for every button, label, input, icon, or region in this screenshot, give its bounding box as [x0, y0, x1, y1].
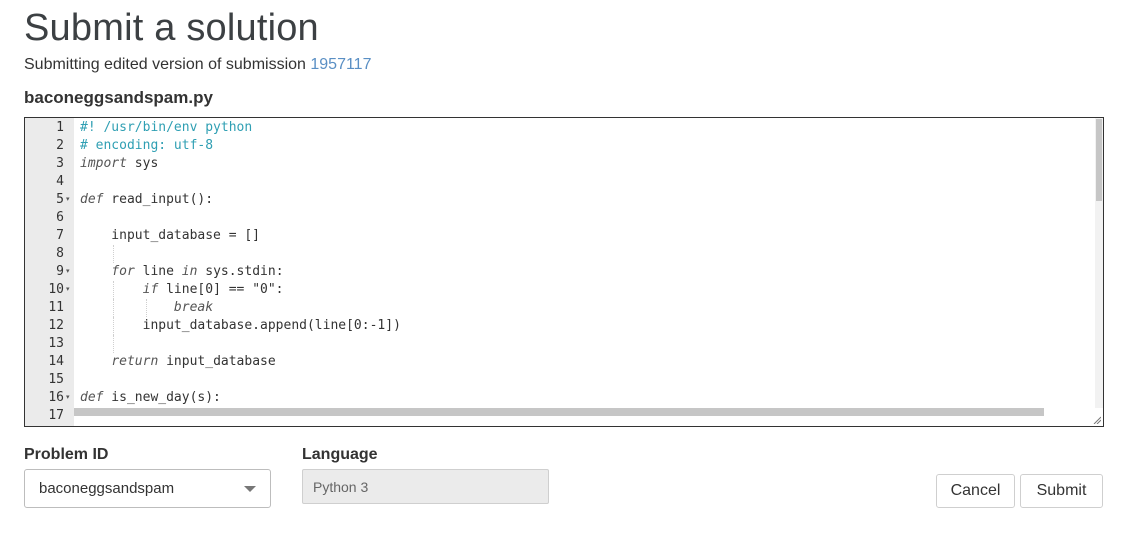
line-number: 3	[56, 156, 64, 171]
subtitle-text: Submitting edited version of submission	[24, 56, 306, 73]
line-number: 15	[48, 372, 64, 387]
cancel-button[interactable]: Cancel	[936, 474, 1015, 508]
language-field[interactable]: Python 3	[302, 469, 549, 504]
fold-toggle-icon[interactable]: ▾	[66, 191, 70, 209]
line-number: 5	[56, 192, 64, 207]
problem-id-select[interactable]: baconeggsandspam	[24, 469, 271, 508]
line-number: 1	[56, 120, 64, 135]
fold-toggle-icon[interactable]: ▾	[66, 389, 70, 407]
indent-guide	[112, 245, 114, 263]
code-lines[interactable]: 1 #! /usr/bin/env python 2 # encoding: utf-…	[25, 119, 1103, 425]
code-line[interactable]: 4	[25, 173, 1103, 191]
code-line[interactable]: 13	[25, 335, 1103, 353]
vertical-scrollbar[interactable]	[1095, 118, 1103, 408]
line-number: 13	[48, 336, 64, 351]
code-text: break	[173, 300, 214, 315]
line-number: 17	[48, 408, 64, 423]
line-number: 2	[56, 138, 64, 153]
line-number: 14	[48, 354, 64, 369]
code-text: input_database = []	[80, 228, 261, 243]
file-name: baconeggsandspam.py	[24, 88, 213, 107]
code-line[interactable]: 9 ▾ for line in sys.stdin:	[25, 263, 1103, 281]
line-number: 4	[56, 174, 64, 189]
line-number: 16	[48, 390, 64, 405]
line-number: 7	[56, 228, 64, 243]
line-number: 10	[48, 282, 64, 297]
problem-id-label: Problem ID	[24, 446, 109, 463]
problem-id-value: baconeggsandspam	[39, 480, 175, 497]
code-editor[interactable]: 1 #! /usr/bin/env python 2 # encoding: utf-…	[24, 117, 1104, 427]
code-line[interactable]: 12 input_database.append(line[0:-1])	[25, 317, 1103, 335]
page-title: Submit a solution	[24, 7, 319, 49]
code-text: # encoding: utf-8	[80, 138, 214, 153]
code-line[interactable]: 7 input_database = []	[25, 227, 1103, 245]
fold-toggle-icon[interactable]: ▾	[66, 281, 70, 299]
code-line[interactable]: 11 break	[25, 299, 1103, 317]
language-label: Language	[302, 446, 378, 463]
resize-handle-icon[interactable]	[1093, 416, 1101, 424]
chevron-down-icon	[244, 486, 256, 492]
code-line[interactable]: 3 import sys	[25, 155, 1103, 173]
code-text: if line[0] == "0":	[142, 282, 284, 297]
submit-button[interactable]: Submit	[1020, 474, 1103, 508]
line-number: 11	[48, 300, 64, 315]
code-line[interactable]: 16 ▾ def is_new_day(s):	[25, 389, 1103, 407]
code-text: def read_input():	[80, 192, 214, 207]
horizontal-scrollbar[interactable]	[74, 408, 1044, 416]
code-line[interactable]: 5 ▾ def read_input():	[25, 191, 1103, 209]
indent-guide	[112, 335, 114, 353]
line-number: 9	[56, 264, 64, 279]
code-line[interactable]: 14 return input_database	[25, 353, 1103, 371]
code-line[interactable]: 2 # encoding: utf-8	[25, 137, 1103, 155]
language-value: Python 3	[313, 479, 369, 495]
code-line[interactable]: 1 #! /usr/bin/env python	[25, 119, 1103, 137]
line-number: 8	[56, 246, 64, 261]
line-number: 12	[48, 318, 64, 333]
submission-subtitle: Submitting edited version of submission …	[24, 56, 371, 74]
code-line[interactable]: 15	[25, 371, 1103, 389]
submission-link[interactable]: 1957117	[310, 56, 371, 73]
fold-toggle-icon[interactable]: ▾	[66, 263, 70, 281]
vertical-scrollbar-thumb[interactable]	[1096, 119, 1102, 201]
code-text: input_database.append(line[0:-1])	[80, 318, 401, 333]
code-line[interactable]: 8	[25, 245, 1103, 263]
code-text: for line in sys.stdin:	[111, 264, 284, 279]
code-text: import sys	[80, 156, 159, 171]
code-text: def is_new_day(s):	[80, 390, 221, 405]
code-line[interactable]: 6	[25, 209, 1103, 227]
code-text: #! /usr/bin/env python	[80, 120, 253, 135]
code-text: return input_database	[111, 354, 276, 369]
code-line[interactable]: 10 ▾ if line[0] == "0":	[25, 281, 1103, 299]
line-number: 6	[56, 210, 64, 225]
